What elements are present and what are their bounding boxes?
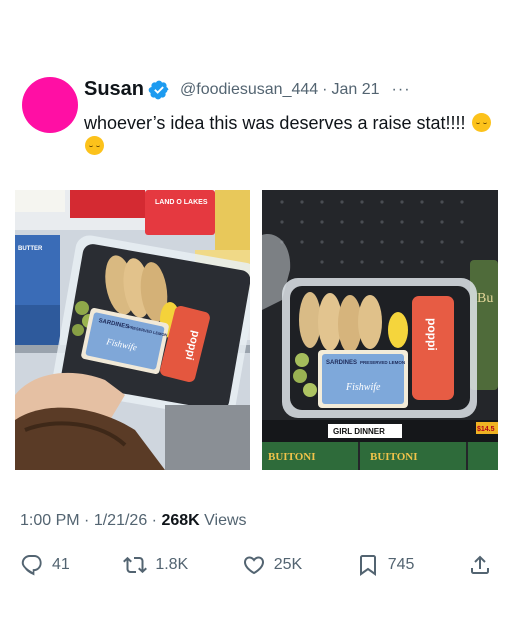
separator-dot: · bbox=[151, 512, 157, 529]
bookmark-count: 745 bbox=[387, 556, 415, 573]
separator-dot: · bbox=[84, 512, 90, 529]
action-bar: 41 1.8K 25K 745 bbox=[20, 553, 492, 577]
separator-dot: · bbox=[322, 80, 328, 98]
like-button[interactable]: 25K bbox=[242, 553, 302, 577]
photo-label-butter: BUTTER bbox=[18, 246, 43, 252]
photo-label-sardines: SARDINES bbox=[326, 360, 357, 366]
author-name[interactable]: Susan bbox=[84, 78, 144, 101]
share-button[interactable] bbox=[468, 553, 492, 577]
photo-label-buitoni: BUITONI bbox=[268, 451, 315, 463]
heart-icon bbox=[243, 556, 264, 575]
avatar[interactable] bbox=[22, 77, 78, 133]
post-full-date[interactable]: 1/21/26 bbox=[94, 512, 147, 529]
bookmark-button[interactable]: 745 bbox=[356, 553, 415, 577]
verified-badge-icon bbox=[148, 80, 169, 99]
tweet-header: Susan @foodiesusan_444 · Jan 21 ··· bbox=[84, 78, 411, 101]
photo-scene-left: LAND O LAKES BUTTER SARDINES PRESERVED L… bbox=[15, 190, 250, 470]
photo-scene-right: Bu SARDINES PRESERVED LEMON Fishwife pop… bbox=[262, 190, 498, 470]
relieved-face-emoji-icon bbox=[471, 113, 491, 132]
photo-label-bu: Bu bbox=[477, 291, 493, 306]
photo-label-poppi: poppi bbox=[425, 318, 439, 351]
photo-label-girl-dinner: GIRL DINNER bbox=[333, 427, 385, 436]
media-photo-left[interactable]: LAND O LAKES BUTTER SARDINES PRESERVED L… bbox=[15, 190, 250, 470]
repost-icon bbox=[123, 556, 148, 574]
media-photo-right[interactable]: Bu SARDINES PRESERVED LEMON Fishwife pop… bbox=[262, 190, 498, 470]
repost-button[interactable]: 1.8K bbox=[123, 553, 188, 577]
views-label: Views bbox=[204, 512, 247, 529]
reply-button[interactable]: 41 bbox=[20, 553, 70, 577]
post-metadata: 1:00 PM · 1/21/26 · 268K Views bbox=[20, 512, 247, 530]
photo-label-fishwife: Fishwife bbox=[345, 382, 381, 393]
share-icon bbox=[470, 555, 489, 574]
views-count[interactable]: 268K bbox=[161, 512, 199, 529]
relieved-face-emoji-icon bbox=[85, 136, 104, 155]
reply-count: 41 bbox=[52, 556, 70, 573]
tweet-body: whoever’s idea this was deserves a raise… bbox=[84, 113, 466, 133]
like-count: 25K bbox=[273, 556, 303, 573]
post-date[interactable]: Jan 21 bbox=[331, 81, 379, 99]
more-options-icon[interactable]: ··· bbox=[392, 81, 411, 99]
post-time[interactable]: 1:00 PM bbox=[20, 512, 80, 529]
photo-label-land-o-lakes: LAND O LAKES bbox=[155, 199, 208, 206]
photo-label-price: $14.5 bbox=[477, 426, 495, 433]
repost-count: 1.8K bbox=[155, 556, 189, 573]
tweet-text: whoever’s idea this was deserves a raise… bbox=[84, 112, 494, 158]
photo-label-buitoni: BUITONI bbox=[370, 451, 417, 463]
reply-icon bbox=[21, 555, 42, 576]
photo-label-preserved-lemon: PRESERVED LEMON bbox=[360, 360, 405, 365]
bookmark-icon bbox=[359, 555, 376, 576]
author-handle[interactable]: @foodiesusan_444 bbox=[180, 81, 318, 99]
